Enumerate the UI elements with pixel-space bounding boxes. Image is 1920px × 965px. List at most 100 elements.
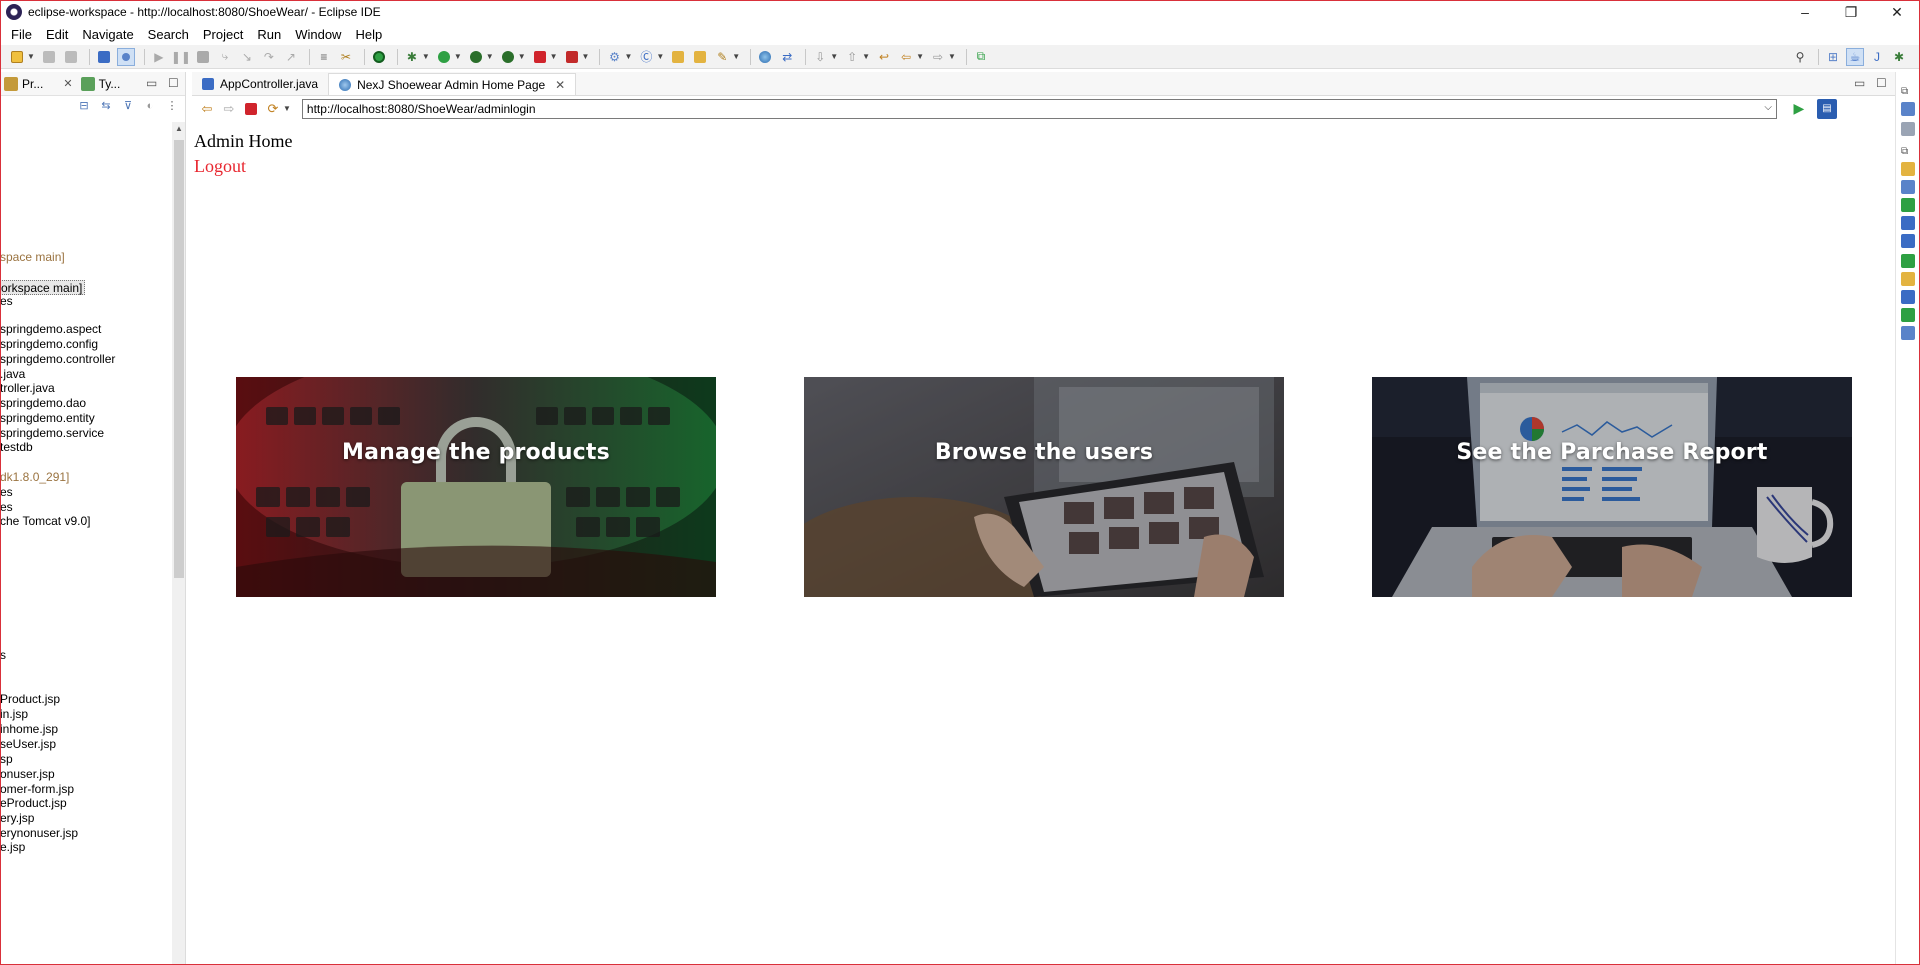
menu-help[interactable]: Help (348, 27, 389, 42)
vertical-scrollbar[interactable]: ▲ (172, 122, 185, 965)
terminal-icon[interactable] (95, 48, 113, 66)
next-annotation-dropdown-icon[interactable]: ▼ (830, 52, 838, 61)
tree-item[interactable]: springdemo.dao (0, 396, 86, 411)
tree-item[interactable]: orkspace main] (0, 280, 86, 295)
close-tab-icon[interactable]: ✕ (555, 78, 565, 92)
view-menu-icon[interactable]: ⋮ (165, 99, 179, 113)
close-icon[interactable]: ✕ (63, 77, 72, 90)
servers-icon[interactable] (1901, 198, 1915, 212)
minimize-editor-icon[interactable]: ▭ (1854, 76, 1865, 90)
tree-item[interactable]: springdemo.config (0, 337, 98, 352)
task-list-icon[interactable] (1901, 102, 1915, 116)
tree-item[interactable]: .java (0, 367, 25, 382)
menu-search[interactable]: Search (141, 27, 196, 42)
search-icon[interactable]: ⚲ (1791, 48, 1809, 66)
refresh-dropdown-icon[interactable]: ▼ (283, 104, 291, 113)
step-over-icon[interactable]: ↷ (260, 48, 278, 66)
tree-item[interactable]: springdemo.aspect (0, 322, 101, 337)
url-input[interactable] (306, 101, 1747, 116)
tree-item[interactable]: in.jsp (0, 707, 28, 722)
tree-item[interactable]: space main] (0, 250, 65, 265)
java-ee-perspective-icon[interactable]: ☕ (1846, 48, 1864, 66)
console-icon[interactable] (1901, 254, 1915, 268)
tree-item[interactable]: eProduct.jsp (0, 796, 67, 811)
tree-item[interactable]: erynonuser.jsp (0, 826, 78, 841)
tab-type-hierarchy[interactable]: Ty... (80, 76, 120, 91)
history-icon[interactable] (1901, 326, 1915, 340)
new-icon[interactable] (8, 48, 26, 66)
previous-annotation-icon[interactable]: ⇧ (843, 48, 861, 66)
external-tools-icon[interactable] (563, 48, 581, 66)
tree-item[interactable]: che Tomcat v9.0] (0, 514, 91, 529)
step-return-icon[interactable]: ↗ (282, 48, 300, 66)
java-perspective-icon[interactable]: J (1868, 48, 1886, 66)
tree-item[interactable]: s (0, 648, 6, 663)
menu-run[interactable]: Run (250, 27, 288, 42)
tree-item[interactable]: es (0, 485, 13, 500)
card-purchase-report[interactable]: See the Parchase Report (1372, 377, 1852, 597)
web-services-icon[interactable]: ⇄ (778, 48, 796, 66)
tab-app-controller[interactable]: AppController.java (192, 73, 328, 95)
logout-link[interactable]: Logout (194, 156, 246, 177)
go-icon[interactable]: ▶ (1791, 100, 1807, 117)
server-start-icon[interactable] (370, 48, 388, 66)
tree-item[interactable]: dk1.8.0_291] (0, 470, 69, 485)
tree-item[interactable]: e.jsp (0, 840, 25, 855)
tree-item[interactable]: onuser.jsp (0, 767, 55, 782)
skip-breakpoints-icon[interactable]: ✂ (337, 48, 355, 66)
search-view-icon[interactable] (1901, 272, 1915, 286)
restore-button[interactable]: ❐ (1828, 0, 1874, 24)
card-browse-users[interactable]: Browse the users (804, 377, 1284, 597)
mark-occurrences-icon[interactable] (116, 47, 135, 66)
focus-icon[interactable]: ◐ (143, 99, 157, 113)
save-icon[interactable] (40, 48, 58, 66)
maximize-editor-icon[interactable]: ☐ (1876, 76, 1887, 90)
tree-item[interactable]: springdemo.entity (0, 411, 95, 426)
menu-navigate[interactable]: Navigate (75, 27, 140, 42)
tree-item[interactable]: springdemo.controller (0, 352, 115, 367)
refresh-icon[interactable]: ⟳ (264, 100, 282, 118)
maximize-icon[interactable]: ☐ (168, 76, 179, 90)
forward-icon[interactable]: ⇨ (929, 48, 947, 66)
coverage-dropdown-icon[interactable]: ▼ (486, 52, 494, 61)
outline-icon[interactable] (1901, 122, 1915, 136)
debug-perspective-icon[interactable]: ✱ (1890, 48, 1908, 66)
stop-icon[interactable] (242, 100, 260, 118)
suspend-icon[interactable]: ❚❚ (171, 48, 191, 66)
new-java-package-icon[interactable]: ⚙ (605, 48, 623, 66)
run-last-tool-icon[interactable] (499, 48, 517, 66)
menu-window[interactable]: Window (288, 27, 348, 42)
menu-file[interactable]: File (4, 27, 39, 42)
scrollbar-thumb[interactable] (174, 140, 184, 578)
scroll-up-icon[interactable]: ▲ (175, 124, 183, 133)
tab-project-explorer[interactable]: Pr... ✕ (4, 76, 73, 91)
tree-item[interactable]: es (0, 500, 13, 515)
external-tools-dropdown-icon[interactable]: ▼ (582, 52, 590, 61)
back-icon[interactable]: ⇦ (897, 48, 915, 66)
minimize-icon[interactable]: ▭ (146, 76, 157, 90)
restore-icon[interactable]: ⧉ (1901, 86, 1915, 100)
url-field[interactable]: ⌵ (301, 98, 1777, 119)
run-icon[interactable] (435, 48, 453, 66)
globe-icon[interactable] (756, 48, 774, 66)
tree-item[interactable]: es (0, 294, 13, 309)
data-source-icon[interactable] (1901, 216, 1915, 230)
browser-sidebar-icon[interactable]: ▤ (1816, 98, 1837, 119)
back-dropdown-icon[interactable]: ▼ (916, 52, 924, 61)
run-last-tool-dropdown-icon[interactable]: ▼ (518, 52, 526, 61)
junit-icon[interactable] (1901, 308, 1915, 322)
open-type-icon[interactable] (669, 48, 687, 66)
open-task-icon[interactable] (691, 48, 709, 66)
open-perspective-icon[interactable]: ⊞ (1824, 48, 1842, 66)
progress-icon[interactable] (1901, 290, 1915, 304)
step-into-icon[interactable]: ↘ (238, 48, 256, 66)
save-all-icon[interactable] (62, 48, 80, 66)
new-java-class-dropdown-icon[interactable]: ▼ (656, 52, 664, 61)
coverage-icon[interactable] (467, 48, 485, 66)
chevron-down-icon[interactable]: ⌵ (1764, 102, 1772, 113)
tree-item[interactable]: omer-form.jsp (0, 782, 74, 797)
terminate-icon[interactable] (194, 48, 212, 66)
new-java-package-dropdown-icon[interactable]: ▼ (624, 52, 632, 61)
card-manage-products[interactable]: Manage the products (236, 377, 716, 597)
resume-icon[interactable]: ▶ (150, 48, 168, 66)
